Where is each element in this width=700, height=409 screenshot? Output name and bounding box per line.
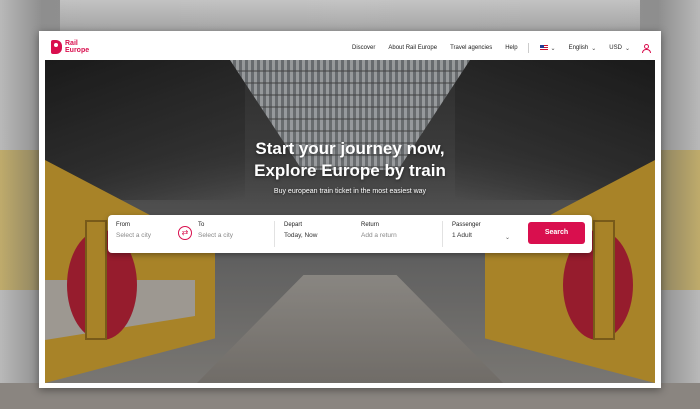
hero-headline-line2: Explore Europe by train: [254, 161, 446, 180]
logo-text-line1: Rail: [65, 40, 78, 47]
from-input[interactable]: Select a city: [116, 232, 151, 239]
chevron-down-icon[interactable]: ⌄: [551, 45, 556, 52]
nav-links: Discover About Rail Europe Travel agenci…: [339, 36, 651, 60]
logo-text-line2: Europe: [65, 47, 90, 54]
nav-link-about[interactable]: About Rail Europe: [388, 45, 437, 51]
depart-input[interactable]: Today, Now: [284, 232, 317, 239]
depart-label: Depart: [284, 222, 303, 228]
passenger-label: Passenger: [452, 222, 481, 228]
language-selector[interactable]: English: [569, 45, 589, 51]
field-divider: [442, 221, 443, 247]
return-label: Return: [361, 222, 380, 228]
web-page: Rail Europe Discover About Rail Europe T…: [45, 36, 655, 383]
top-navigation: Rail Europe Discover About Rail Europe T…: [45, 36, 655, 60]
from-field[interactable]: From Select a city: [116, 222, 151, 239]
to-input[interactable]: Select a city: [198, 232, 233, 239]
return-field[interactable]: Return Add a return: [361, 222, 397, 239]
logo-text: Rail Europe: [65, 40, 89, 54]
chevron-down-icon[interactable]: ⌄: [625, 45, 630, 52]
logo-mark-icon: [51, 40, 62, 54]
to-field[interactable]: To Select a city: [198, 222, 233, 239]
swap-icon[interactable]: ⇄: [178, 226, 192, 240]
nav-divider: [527, 43, 529, 53]
nav-link-discover[interactable]: Discover: [352, 45, 375, 51]
nav-link-help[interactable]: Help: [505, 45, 517, 51]
rail-europe-logo[interactable]: Rail Europe: [51, 40, 89, 54]
chevron-down-icon[interactable]: ⌄: [591, 45, 596, 52]
return-input[interactable]: Add a return: [361, 232, 397, 239]
us-flag-icon[interactable]: [539, 45, 548, 51]
field-divider: [274, 221, 275, 247]
depart-field[interactable]: Depart Today, Now: [284, 222, 317, 239]
search-button[interactable]: Search: [528, 222, 585, 244]
hero-section: Start your journey now, Explore Europe b…: [45, 60, 655, 383]
screenshot-frame: Rail Europe Discover About Rail Europe T…: [39, 31, 661, 388]
to-label: To: [198, 222, 205, 228]
currency-selector[interactable]: USD: [609, 45, 622, 51]
passenger-field[interactable]: Passenger 1 Adult: [452, 222, 481, 239]
hero-headline: Start your journey now, Explore Europe b…: [45, 138, 655, 182]
search-bar: From Select a city ⇄ To Select a city De…: [108, 215, 592, 253]
backdrop-train-blur-right: [660, 150, 700, 290]
passenger-select[interactable]: 1 Adult: [452, 232, 481, 239]
chevron-down-icon[interactable]: ⌄: [505, 234, 510, 241]
user-icon[interactable]: [642, 44, 651, 53]
from-label: From: [116, 222, 130, 228]
nav-link-travel-agencies[interactable]: Travel agencies: [450, 45, 492, 51]
hero-headline-line1: Start your journey now,: [255, 139, 445, 158]
hero-subline: Buy european train ticket in the most ea…: [273, 188, 427, 195]
backdrop-train-blur-left: [0, 150, 40, 290]
